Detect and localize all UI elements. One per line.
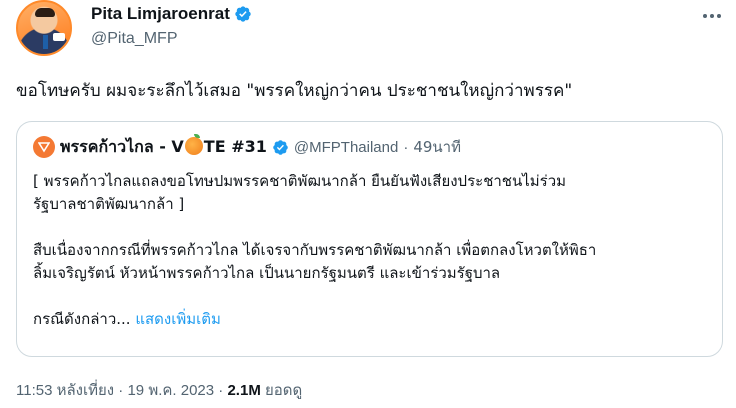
tweet-meta: 11:53 หลังเที่ยง · 19 พ.ค. 2023 · 2.1M ย… xyxy=(16,378,302,402)
avatar-pin xyxy=(53,33,65,41)
avatar-hair xyxy=(35,8,55,17)
verified-badge-icon xyxy=(273,139,288,155)
quoted-name-part-1: พรรคก้าวไกล - V xyxy=(60,136,184,156)
quoted-line: ลิ้มเจริญรัตน์ หัวหน้าพรรคก้าวไกล เป็นนา… xyxy=(33,264,501,282)
meta-separator: · xyxy=(118,382,124,399)
quoted-line: [ พรรคก้าวไกลแถลงขอโทษปมพรรคชาติพัฒนากล้… xyxy=(33,172,567,190)
tweet-text: ขอโทษครับ ผมจะระลึกไว้เสมอ "พรรคใหญ่กว่า… xyxy=(16,81,573,101)
quoted-separator: · xyxy=(403,138,409,156)
quoted-display-name[interactable]: พรรคก้าวไกล - V TE #31 xyxy=(60,133,267,160)
quoted-last-line: กรณีดังกล่าว... แสดงเพิ่มเติม xyxy=(33,308,713,331)
quoted-tweet-card[interactable]: พรรคก้าวไกล - V TE #31 @MFPThailand · 49น… xyxy=(16,121,723,357)
quoted-body: [ พรรคก้าวไกลแถลงขอโทษปมพรรคชาติพัฒนากล้… xyxy=(33,170,713,331)
tweet-date[interactable]: 19 พ.ค. 2023 xyxy=(127,382,214,399)
more-dot-icon xyxy=(717,14,721,18)
orange-icon xyxy=(184,133,203,155)
author-name-row: Pita Limjaroenrat xyxy=(91,3,252,25)
views-count: 2.1M xyxy=(227,382,261,399)
author-handle[interactable]: @Pita_MFP xyxy=(91,30,177,48)
quoted-line: รัฐบาลชาติพัฒนากล้า ] xyxy=(33,195,185,213)
author-display-name[interactable]: Pita Limjaroenrat xyxy=(91,4,230,24)
quoted-timestamp[interactable]: 49นาที xyxy=(413,135,461,159)
author-avatar[interactable] xyxy=(16,0,72,56)
meta-separator: · xyxy=(218,382,224,399)
quoted-avatar[interactable] xyxy=(33,136,55,158)
more-options-button[interactable] xyxy=(700,6,724,26)
avatar-tie xyxy=(43,35,48,49)
party-logo-icon xyxy=(38,142,50,153)
more-dot-icon xyxy=(703,14,707,18)
quoted-line: กรณีดังกล่าว... xyxy=(33,310,131,328)
more-dot-icon xyxy=(710,14,714,18)
tweet-time[interactable]: 11:53 หลังเที่ยง xyxy=(16,382,114,399)
verified-badge-icon[interactable] xyxy=(234,5,252,23)
quoted-handle[interactable]: @MFPThailand xyxy=(294,139,398,156)
views-label: ยอดดู xyxy=(265,382,303,399)
show-more-link[interactable]: แสดงเพิ่มเติม xyxy=(135,310,221,328)
quoted-line: สืบเนื่องจากกรณีที่พรรคก้าวไกล ได้เจรจาก… xyxy=(33,241,597,259)
quoted-header: พรรคก้าวไกล - V TE #31 @MFPThailand · 49น… xyxy=(33,133,461,160)
quoted-name-part-2: TE #31 xyxy=(203,136,267,156)
